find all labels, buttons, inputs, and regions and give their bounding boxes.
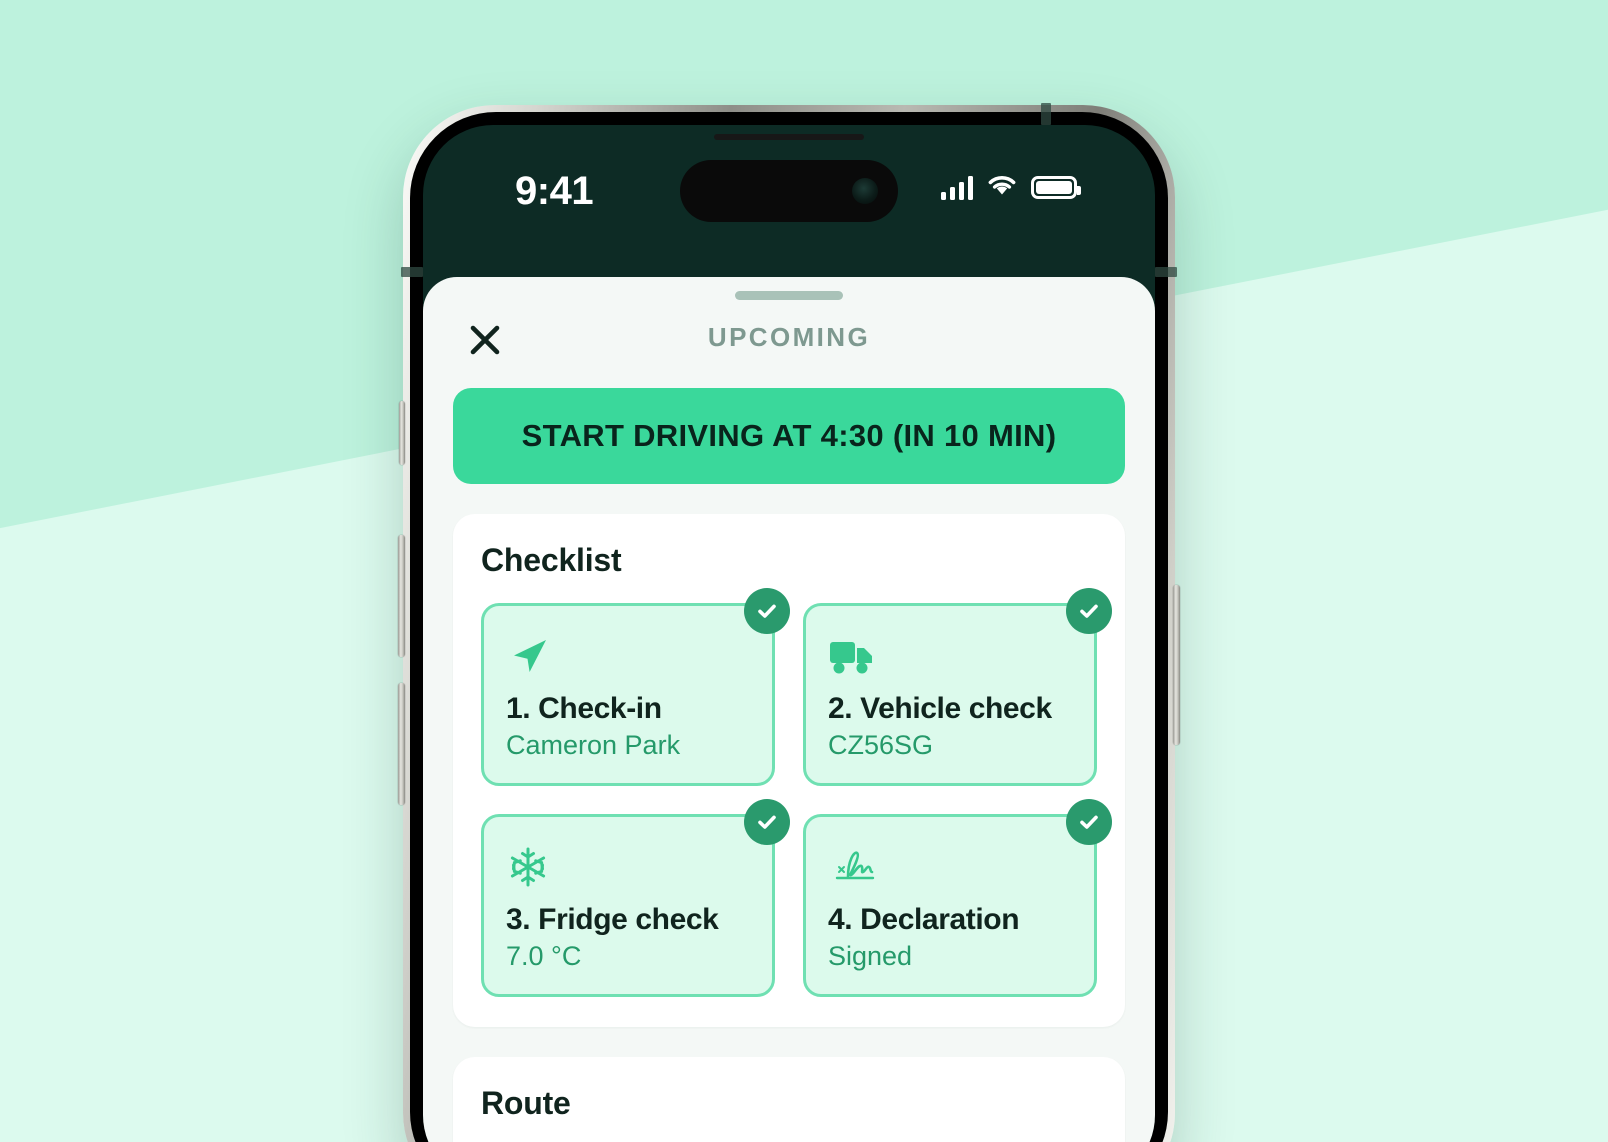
close-icon xyxy=(465,320,505,360)
antenna-band-top xyxy=(1041,103,1051,125)
checklist-item-fridge-check[interactable]: 3. Fridge check 7.0 °C xyxy=(481,799,790,997)
checklist-item-label: 4. Declaration xyxy=(828,903,1020,936)
checklist-item-declaration[interactable]: 4. Declaration Signed xyxy=(803,799,1112,997)
snowflake-icon xyxy=(506,841,750,893)
power-button[interactable] xyxy=(1173,585,1180,745)
checklist-title: Checklist xyxy=(481,542,622,578)
checklist-item-sublabel: 7.0 °C xyxy=(506,941,582,971)
volume-down-button[interactable] xyxy=(398,683,405,805)
upcoming-sheet: UPCOMING START DRIVING AT 4:30 (IN 10 MI… xyxy=(423,277,1155,1142)
dynamic-island xyxy=(680,160,898,222)
page-title: UPCOMING xyxy=(707,322,871,352)
front-camera-icon xyxy=(852,178,878,204)
navigation-arrow-icon xyxy=(506,630,750,682)
route-card: Route 4:30 Footscray CFC (Dock 01) xyxy=(453,1057,1125,1142)
phone-device: 9:41 UPCOMING START DRIVING AT 4:30 (IN … xyxy=(398,103,1180,1142)
volume-up-button[interactable] xyxy=(398,535,405,657)
checklist-grid: 1. Check-in Cameron Park 2. Vehicle chec… xyxy=(481,588,1112,997)
status-bar: 9:41 xyxy=(423,125,1155,277)
check-circle-icon xyxy=(1066,588,1112,634)
battery-full-icon xyxy=(1031,176,1081,199)
checklist-card: Checklist 1. Check-in Cameron Park 2. Ve… xyxy=(453,514,1125,1027)
cellular-signal-icon xyxy=(940,175,973,200)
checklist-item-sublabel: Signed xyxy=(828,941,913,971)
signature-icon xyxy=(828,841,1072,893)
check-circle-icon xyxy=(744,799,790,845)
checklist-item-sublabel: Cameron Park xyxy=(506,730,681,760)
checklist-item-vehicle-check[interactable]: 2. Vehicle check CZ56SG xyxy=(803,588,1112,786)
checklist-item-label: 3. Fridge check xyxy=(506,903,719,936)
sheet-body: START DRIVING AT 4:30 (IN 10 MIN) Checkl… xyxy=(423,388,1155,1142)
status-bar-time: 9:41 xyxy=(515,169,594,213)
antenna-band-left xyxy=(401,267,423,277)
checklist-item-label: 2. Vehicle check xyxy=(828,692,1052,725)
check-circle-icon xyxy=(744,588,790,634)
sheet-drag-handle[interactable] xyxy=(735,291,843,300)
silent-switch-button[interactable] xyxy=(399,401,405,465)
start-driving-button[interactable]: START DRIVING AT 4:30 (IN 10 MIN) xyxy=(453,388,1125,484)
status-bar-indicators xyxy=(940,173,1081,202)
truck-icon xyxy=(828,630,1072,682)
phone-screen: 9:41 UPCOMING START DRIVING AT 4:30 (IN … xyxy=(423,125,1155,1142)
checklist-item-check-in[interactable]: 1. Check-in Cameron Park xyxy=(481,588,790,786)
check-circle-icon xyxy=(1066,799,1112,845)
route-title: Route xyxy=(481,1085,571,1121)
wifi-icon xyxy=(986,173,1018,202)
close-button[interactable] xyxy=(461,316,509,364)
sheet-header: UPCOMING xyxy=(423,300,1155,374)
checklist-item-label: 1. Check-in xyxy=(506,692,662,725)
antenna-band-right xyxy=(1155,267,1177,277)
checklist-item-sublabel: CZ56SG xyxy=(828,730,934,760)
